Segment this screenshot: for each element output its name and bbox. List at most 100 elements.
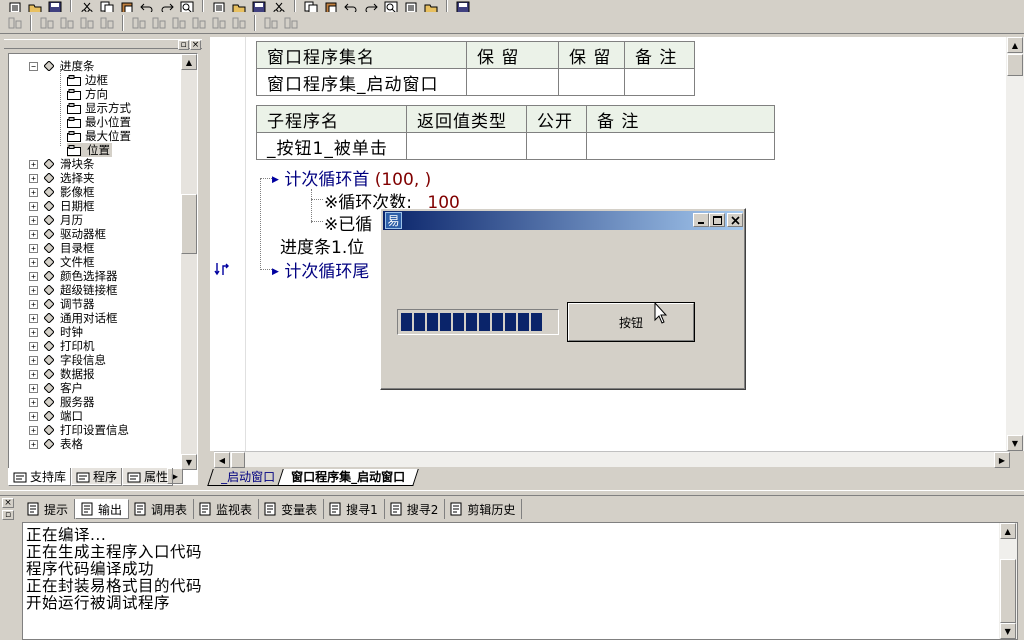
tree-node[interactable]: + 驱动器框 — [29, 227, 106, 241]
editor-vertical-scrollbar[interactable]: ▲ ▼ — [1006, 37, 1024, 451]
hand-icon-button[interactable] — [422, 0, 440, 12]
tree-node[interactable]: + 颜色选择器 — [29, 269, 118, 283]
expand-icon[interactable]: + — [29, 327, 38, 337]
align-right-icon-button[interactable] — [58, 15, 76, 31]
tree-node[interactable]: + 滑块条 — [29, 157, 95, 171]
tree-node[interactable]: + 通用对话框 — [29, 311, 118, 325]
code-line-comment-done[interactable]: ※已循 — [324, 210, 372, 235]
tab-startup-window[interactable]: _启动窗口 — [207, 469, 289, 486]
button-1[interactable]: 按钮 — [567, 302, 695, 342]
code-line-loop-head[interactable]: ▶ 计次循环首 (100, ) — [272, 165, 431, 190]
maximize-button[interactable] — [709, 213, 725, 227]
compile-icon-button[interactable] — [454, 0, 472, 12]
assembly-name-cell[interactable]: 窗口程序集_启动窗口 — [256, 68, 467, 96]
run-icon-button[interactable] — [270, 0, 288, 12]
output-tab-search[interactable]: 搜寻1 — [324, 499, 385, 519]
sub-public-cell[interactable] — [526, 132, 587, 160]
output-tab-watch[interactable]: 监视表 — [194, 499, 260, 519]
tree-node[interactable]: + 客户 — [29, 381, 83, 395]
step-icon-button[interactable] — [322, 0, 340, 12]
scroll-down-icon[interactable]: ▼ — [1000, 623, 1016, 639]
sub-note-cell[interactable] — [586, 132, 775, 160]
panel-splitter[interactable] — [0, 490, 1024, 496]
tree-property[interactable]: 方向 — [67, 87, 108, 101]
scroll-right-icon[interactable]: ▶ — [994, 452, 1010, 468]
output-tab-search[interactable]: 搜寻2 — [385, 499, 446, 519]
close-button[interactable] — [727, 213, 743, 227]
scroll-up-icon[interactable]: ▲ — [181, 54, 197, 70]
output-tab-hint[interactable]: 提示 — [22, 499, 76, 519]
code-line-loop-tail[interactable]: ▶ 计次循环尾 — [272, 257, 369, 282]
step3-icon-button[interactable] — [362, 0, 380, 12]
code-line-assign[interactable]: 进度条1.位 — [280, 233, 364, 258]
minimize-button[interactable] — [693, 213, 709, 227]
scroll-thumb[interactable] — [181, 194, 197, 254]
tree-node[interactable]: + 字段信息 — [29, 353, 106, 367]
align-middle-icon-button[interactable] — [98, 15, 116, 31]
editor-horizontal-scrollbar[interactable]: ◀ ▶ — [214, 451, 1010, 468]
scroll-thumb[interactable] — [1000, 559, 1016, 623]
tree-node[interactable]: + 表格 — [29, 437, 83, 451]
paste-icon-button[interactable] — [118, 0, 136, 12]
align-bottom-icon-button[interactable] — [130, 15, 148, 31]
tree-node[interactable]: + 超级链接框 — [29, 283, 118, 297]
output-tab-output[interactable]: 输出 — [75, 499, 130, 519]
expand-icon[interactable]: + — [29, 383, 38, 393]
output-tab-clip-history[interactable]: 剪辑历史 — [445, 499, 523, 519]
tree-property[interactable]: 显示方式 — [67, 101, 131, 115]
panel-close-icon[interactable]: × — [2, 498, 14, 508]
expand-icon[interactable]: + — [29, 439, 38, 449]
align-center-icon-button[interactable] — [38, 15, 56, 31]
expand-icon[interactable]: + — [29, 355, 38, 365]
expand-icon[interactable]: + — [29, 257, 38, 267]
align-top-icon-button[interactable] — [78, 15, 96, 31]
tree-property[interactable]: 最小位置 — [67, 115, 131, 129]
tab-startup-assembly[interactable]: 窗口程序集_启动窗口 — [277, 469, 419, 486]
same-height-icon-button[interactable] — [170, 15, 188, 31]
align-left-icon-button[interactable] — [6, 15, 24, 31]
same-size-icon-button[interactable] — [190, 15, 208, 31]
scroll-up-icon[interactable]: ▲ — [1007, 37, 1023, 53]
expand-icon[interactable]: + — [29, 425, 38, 435]
expand-icon[interactable]: + — [29, 411, 38, 421]
tree-node[interactable]: + 日期框 — [29, 199, 95, 213]
undo-icon-button[interactable] — [138, 0, 156, 12]
left-tab-library[interactable]: 支持库 — [8, 468, 72, 486]
tree-node[interactable]: + 选择夹 — [29, 171, 95, 185]
tree-node[interactable]: + 调节器 — [29, 297, 95, 311]
expand-icon[interactable]: + — [29, 215, 38, 225]
expand-icon[interactable]: + — [29, 341, 38, 351]
expand-icon[interactable]: + — [29, 201, 38, 211]
step2-icon-button[interactable] — [342, 0, 360, 12]
tree-node[interactable]: + 时钟 — [29, 325, 83, 339]
expand-icon[interactable]: + — [29, 369, 38, 379]
sub-return-type-cell[interactable] — [406, 132, 527, 160]
tree-property[interactable]: 边框 — [67, 73, 108, 87]
vspace-icon-button[interactable] — [230, 15, 248, 31]
collapse-icon[interactable]: − — [29, 61, 38, 71]
cut-icon-button[interactable] — [78, 0, 96, 12]
tree-node[interactable]: + 影像框 — [29, 185, 95, 199]
tree-node[interactable]: + 打印设置信息 — [29, 423, 129, 437]
scroll-up-icon[interactable]: ▲ — [1000, 523, 1016, 539]
output-console[interactable]: 正在编译... 正在生成主程序入口代码 程序代码编译成功 正在封装易格式目的代码 开始运… — [22, 522, 1018, 640]
panel-float-icon[interactable]: ▫ — [2, 510, 14, 520]
window-titlebar[interactable]: 易 — [383, 211, 743, 230]
panel-float-icon[interactable]: ▫ — [178, 40, 189, 50]
scroll-down-icon[interactable]: ▼ — [1007, 435, 1023, 451]
open-icon-button[interactable] — [26, 0, 44, 12]
expand-icon[interactable]: + — [29, 159, 38, 169]
window-icon-button[interactable] — [210, 0, 228, 12]
same-width-icon-button[interactable] — [150, 15, 168, 31]
tree-node[interactable]: + 目录框 — [29, 241, 95, 255]
scroll-left-icon[interactable]: ◀ — [214, 452, 230, 468]
stop-icon-button[interactable] — [302, 0, 320, 12]
tree-node[interactable]: + 端口 — [29, 409, 83, 423]
window3-icon-button[interactable] — [250, 0, 268, 12]
assembly-note-cell[interactable] — [624, 68, 695, 96]
save-icon-button[interactable] — [46, 0, 64, 12]
expand-icon[interactable]: + — [29, 229, 38, 239]
output-vertical-scrollbar[interactable]: ▲ ▼ — [999, 523, 1017, 639]
find-icon-button[interactable] — [178, 0, 196, 12]
output-tab-call-table[interactable]: 调用表 — [129, 499, 195, 519]
